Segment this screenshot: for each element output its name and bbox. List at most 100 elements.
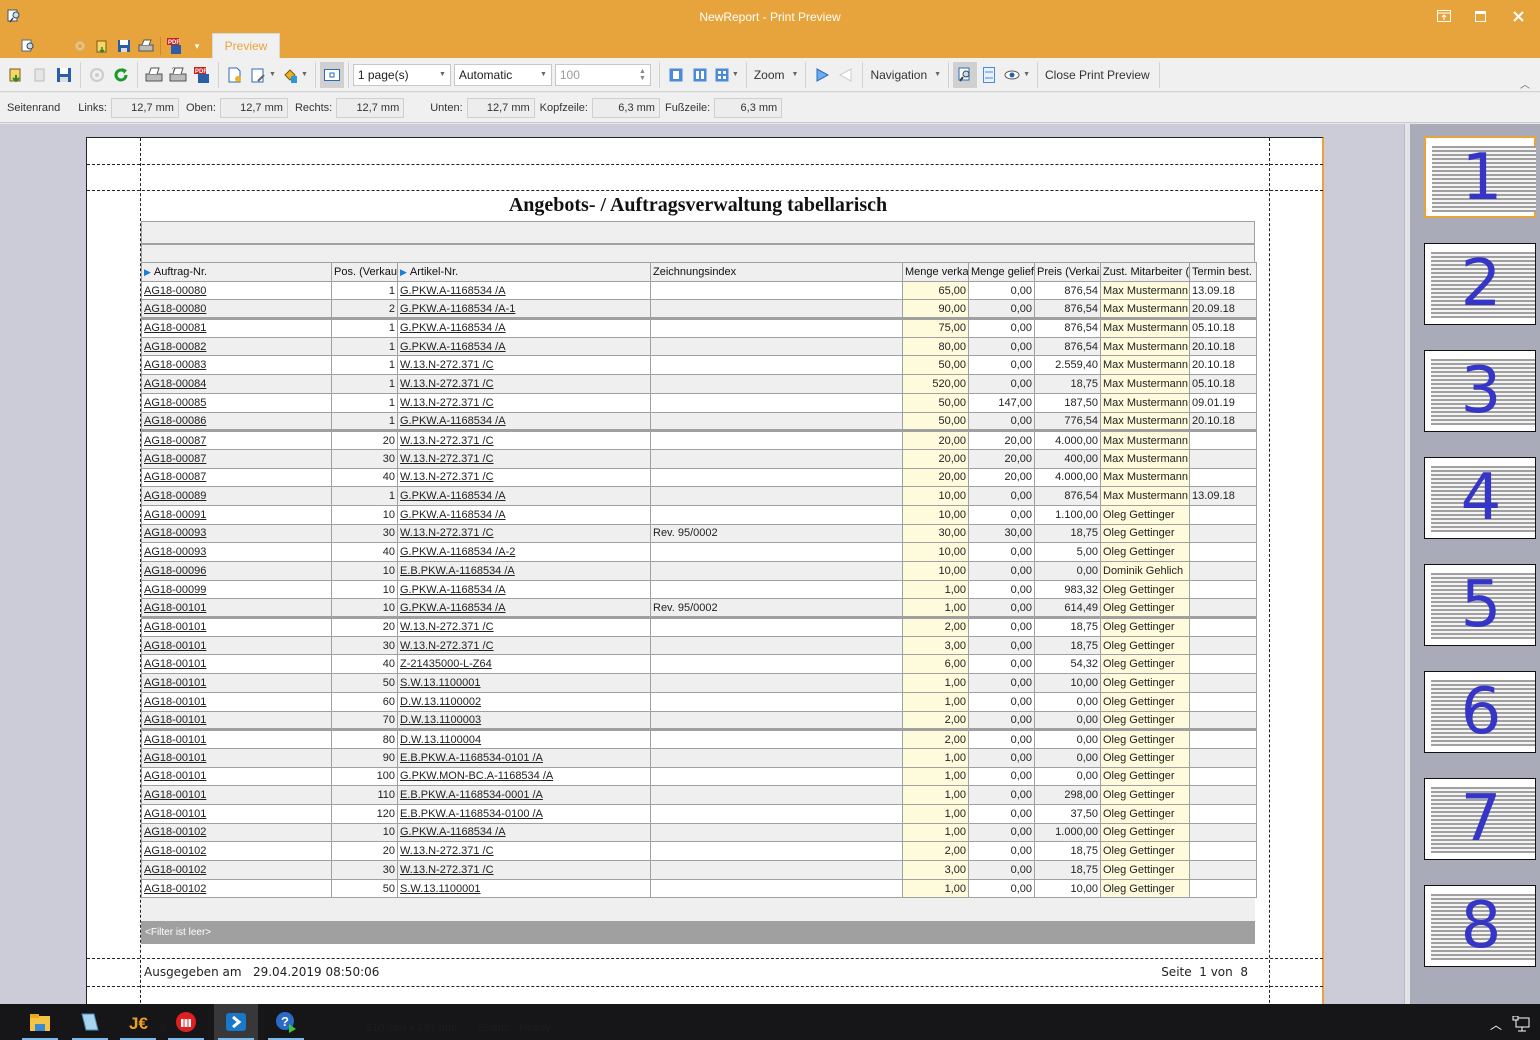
export-pdf-button[interactable]: PDF [190,62,214,88]
cell-artikel-nr[interactable]: S.W.13.1100001 [397,878,651,899]
page-layout-button[interactable] [977,62,1001,88]
cell-artikel-nr[interactable]: W.13.N-272.371 /C [397,635,651,656]
cell-artikel-nr[interactable]: G.PKW.MON-BC.A-1168534 /A [397,766,651,787]
cell-auftrag-nr[interactable]: AG18-00101 [141,728,332,749]
cell-auftrag-nr[interactable]: AG18-00101 [141,747,332,768]
cell-artikel-nr[interactable]: G.PKW.A-1168534 /A [397,579,651,600]
network-icon[interactable] [1512,1015,1530,1035]
column-header-menge-verkauft[interactable]: Menge verka [902,262,969,282]
cell-artikel-nr[interactable]: E.B.PKW.A-1168534-0001 /A [397,785,651,805]
print-icon[interactable] [138,38,154,54]
multi-page-view-button[interactable]: ▼ [712,62,742,88]
quick-print-button[interactable]: ? [166,62,190,88]
cell-auftrag-nr[interactable]: AG18-00102 [141,822,332,843]
cell-artikel-nr[interactable]: W.13.N-272.371 /C [397,467,651,488]
margin-left-input[interactable]: 12,7 mm [110,97,179,118]
cell-auftrag-nr[interactable]: AG18-00086 [141,411,332,432]
cell-auftrag-nr[interactable]: AG18-00093 [141,542,332,562]
cell-auftrag-nr[interactable]: AG18-00087 [141,448,332,469]
margin-bottom-input[interactable]: 12,7 mm [466,97,535,118]
cell-artikel-nr[interactable]: E.B.PKW.A-1168534-0100 /A [397,803,651,824]
cell-auftrag-nr[interactable]: AG18-00101 [141,616,332,637]
fit-width-button[interactable] [319,61,344,88]
cell-artikel-nr[interactable]: Z-21435000-L-Z64 [397,654,651,675]
cell-artikel-nr[interactable]: W.13.N-272.371 /C [397,841,651,861]
taskbar-app-red[interactable] [164,1004,208,1040]
cell-auftrag-nr[interactable]: AG18-00101 [141,691,332,712]
cell-auftrag-nr[interactable]: AG18-00101 [141,766,332,787]
print-button[interactable] [142,62,166,88]
cell-auftrag-nr[interactable]: AG18-00087 [141,429,332,450]
view-options-dropdown-button[interactable]: ▼ [1001,62,1033,88]
cell-auftrag-nr[interactable]: AG18-00087 [141,467,332,488]
cell-artikel-nr[interactable]: G.PKW.A-1168534 /A [397,822,651,843]
cell-auftrag-nr[interactable]: AG18-00101 [141,785,332,805]
cell-artikel-nr[interactable]: G.PKW.A-1168534 /A [397,486,651,506]
page-thumbnail[interactable]: 8 [1424,885,1536,967]
cell-artikel-nr[interactable]: W.13.N-272.371 /C [397,860,651,880]
cell-artikel-nr[interactable]: G.PKW.A-1168534 /A [397,504,651,525]
zoom-dropdown-button[interactable]: Zoom ▼ [751,62,802,88]
cell-auftrag-nr[interactable]: AG18-00080 [141,280,332,301]
save-button[interactable] [52,62,76,88]
column-header-mitarbeiter[interactable]: Zust. Mitarbeiter ( [1100,262,1190,282]
save-icon[interactable] [116,38,132,54]
cell-artikel-nr[interactable]: G.PKW.A-1168534 /A [397,598,651,619]
customize-quick-access-icon[interactable]: ▾ [189,38,205,54]
taskbar-java-editor[interactable]: J€ [116,1004,160,1040]
page-thumbnail[interactable]: 7 [1424,778,1536,860]
cell-artikel-nr[interactable]: W.13.N-272.371 /C [397,355,651,376]
cell-artikel-nr[interactable]: E.B.PKW.A-1168534 /A [397,561,651,581]
two-page-view-button[interactable] [688,62,712,88]
close-print-preview-button[interactable]: Close Print Preview [1042,62,1153,88]
column-header-preis[interactable]: Preis (Verkai [1034,262,1101,282]
cell-artikel-nr[interactable]: S.W.13.1100001 [397,673,651,693]
close-window-button[interactable] [1500,4,1536,28]
cell-artikel-nr[interactable]: G.PKW.A-1168534 /A-2 [397,542,651,562]
cell-artikel-nr[interactable]: W.13.N-272.371 /C [397,616,651,637]
cell-auftrag-nr[interactable]: AG18-00084 [141,374,332,394]
copy-button[interactable] [28,62,52,88]
taskbar-active-app[interactable] [214,1004,258,1040]
next-page-button[interactable] [810,62,834,88]
open-button[interactable] [4,62,28,88]
show-hidden-icons-icon[interactable]: ︿ [1490,1016,1502,1033]
cell-auftrag-nr[interactable]: AG18-00101 [141,654,332,675]
cell-auftrag-nr[interactable]: AG18-00101 [141,673,332,693]
cell-artikel-nr[interactable]: W.13.N-272.371 /C [397,523,651,544]
cell-auftrag-nr[interactable]: AG18-00101 [141,803,332,824]
cell-auftrag-nr[interactable]: AG18-00085 [141,392,332,413]
cell-auftrag-nr[interactable]: AG18-00089 [141,486,332,506]
cell-artikel-nr[interactable]: G.PKW.A-1168534 /A [397,317,651,338]
cell-auftrag-nr[interactable]: AG18-00080 [141,299,332,320]
page-thumbnail[interactable]: 5 [1424,564,1536,646]
cell-auftrag-nr[interactable]: AG18-00093 [141,523,332,544]
cell-auftrag-nr[interactable]: AG18-00091 [141,504,332,525]
column-header-zeichnungsindex[interactable]: Zeichnungsindex [650,262,903,282]
header-margin-input[interactable]: 6,3 mm [591,97,660,118]
page-thumbnail[interactable]: 2 [1424,243,1536,325]
cell-artikel-nr[interactable]: G.PKW.A-1168534 /A [397,336,651,357]
cell-artikel-nr[interactable]: W.13.N-272.371 /C [397,392,651,413]
zoom-percent-input[interactable]: 100 ▲ ▼ [554,63,651,86]
cell-auftrag-nr[interactable]: AG18-00099 [141,579,332,600]
page-thumbnail[interactable]: 1 [1424,136,1536,218]
print-preview-icon[interactable] [20,38,36,54]
cell-auftrag-nr[interactable]: AG18-00082 [141,336,332,357]
design-dropdown-button[interactable]: ▼ [247,62,279,88]
page-thumbnail[interactable]: 4 [1424,457,1536,539]
navigation-dropdown-button[interactable]: Navigation ▼ [867,62,944,88]
taskbar-file-explorer[interactable] [18,1004,62,1040]
background-color-dropdown-button[interactable]: ▼ [279,62,311,88]
cell-artikel-nr[interactable]: G.PKW.A-1168534 /A [397,280,651,301]
cell-auftrag-nr[interactable]: AG18-00096 [141,561,332,581]
cell-auftrag-nr[interactable]: AG18-00101 [141,710,332,731]
cell-artikel-nr[interactable]: W.13.N-272.371 /C [397,448,651,469]
zoom-spinner-icon[interactable]: ▲ ▼ [639,68,646,82]
single-page-view-button[interactable] [664,62,688,88]
cell-auftrag-nr[interactable]: AG18-00101 [141,598,332,619]
cell-auftrag-nr[interactable]: AG18-00102 [141,860,332,880]
cell-auftrag-nr[interactable]: AG18-00083 [141,355,332,376]
column-header-position[interactable]: Pos. (Verkau [331,262,398,282]
pages-select[interactable]: 1 page(s) ▼ [352,63,451,86]
